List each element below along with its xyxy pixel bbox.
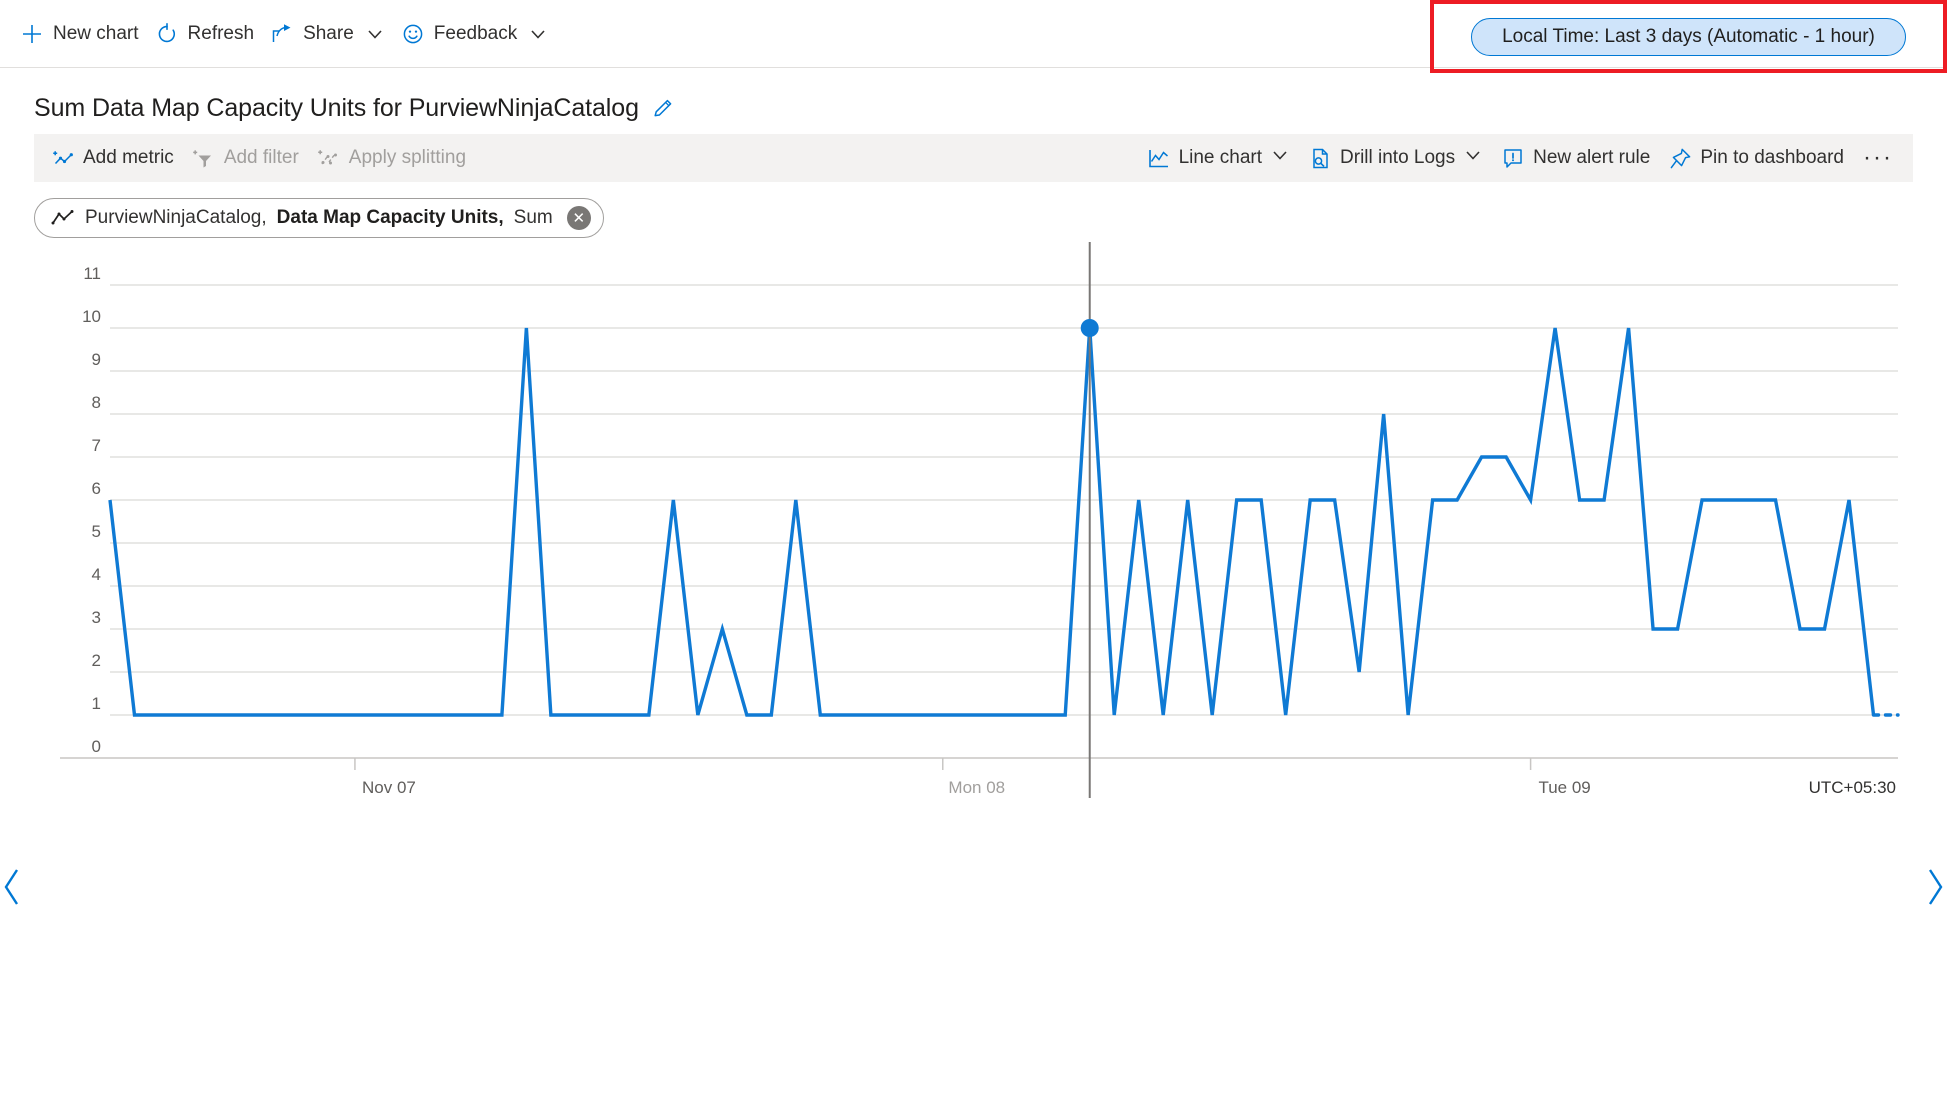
metric-pill-row: PurviewNinjaCatalog, Data Map Capacity U… [0, 182, 1947, 242]
y-axis-tick-label: 8 [92, 393, 101, 412]
page-title: Sum Data Map Capacity Units for PurviewN… [34, 93, 639, 122]
new-chart-button[interactable]: New chart [14, 16, 149, 52]
y-axis-tick-label: 6 [92, 479, 101, 498]
add-filter-icon [192, 146, 216, 170]
chevron-down-icon [365, 24, 385, 44]
x-axis-tick-label: Mon 08 [948, 778, 1005, 797]
add-metric-label: Add metric [83, 147, 174, 168]
refresh-button[interactable]: Refresh [149, 16, 265, 52]
add-filter-label: Add filter [223, 147, 299, 168]
metric-chip-aggregation: Sum [513, 207, 553, 228]
more-options-button[interactable]: ··· [1853, 146, 1903, 170]
time-range-picker[interactable]: Local Time: Last 3 days (Automatic - 1 h… [1471, 17, 1906, 56]
alert-rule-icon [1501, 146, 1525, 170]
sparkline-icon [51, 209, 75, 227]
pin-to-dashboard-button[interactable]: Pin to dashboard [1659, 141, 1853, 175]
refresh-label: Refresh [187, 22, 255, 44]
line-chart-button[interactable]: Line chart [1138, 140, 1299, 176]
pin-to-dashboard-label: Pin to dashboard [1700, 147, 1845, 168]
add-metric-icon [51, 146, 75, 170]
selected-data-point-marker [1080, 319, 1099, 337]
metrics-line-chart[interactable]: 0 1 2 3 4 5 6 7 8 9 10 11 Nov 07 Mon 08 Tue 09 UTC+05… [0, 242, 1947, 962]
metric-chip-resource: PurviewNinjaCatalog, [85, 207, 267, 228]
y-axis-tick-label: 5 [92, 522, 101, 541]
y-axis-tick-label: 2 [92, 651, 101, 670]
share-label: Share [303, 22, 354, 44]
drill-into-logs-label: Drill into Logs [1340, 147, 1456, 168]
refresh-icon [155, 22, 179, 46]
apply-splitting-button[interactable]: Apply splitting [308, 141, 475, 175]
x-axis-labels: Nov 07 Mon 08 Tue 09 [354, 758, 1591, 797]
feedback-label: Feedback [433, 22, 518, 44]
y-axis-tick-label: 7 [92, 436, 101, 455]
y-axis-tick-label: 9 [92, 350, 101, 369]
add-filter-button[interactable]: Add filter [183, 141, 308, 175]
timezone-label: UTC+05:30 [1809, 778, 1896, 797]
chevron-down-icon [528, 24, 548, 44]
toolbar-right-group: Line chart Drill into Logs New alert rul… [1138, 140, 1903, 176]
y-axis-tick-label: 0 [92, 737, 101, 756]
apply-splitting-icon [317, 146, 341, 170]
metric-chip-metric: Data Map Capacity Units, [276, 207, 504, 228]
share-button[interactable]: Share [264, 16, 395, 52]
y-axis-tick-label: 4 [92, 565, 101, 584]
close-icon[interactable]: ✕ [566, 206, 591, 230]
metric-chip[interactable]: PurviewNinjaCatalog, Data Map Capacity U… [34, 198, 604, 238]
chart-toolbar: Add metric Add filter Apply splitting Li… [34, 134, 1913, 182]
y-axis-labels: 0 1 2 3 4 5 6 7 8 9 10 11 [82, 264, 101, 756]
new-chart-label: New chart [53, 22, 139, 44]
x-axis-tick-label: Tue 09 [1538, 778, 1590, 797]
share-icon [270, 22, 294, 46]
series-line [108, 327, 1876, 717]
line-chart-label: Line chart [1178, 147, 1263, 168]
pin-icon [1668, 146, 1692, 170]
new-alert-rule-label: New alert rule [1533, 147, 1651, 168]
drill-into-logs-button[interactable]: Drill into Logs [1299, 140, 1492, 176]
y-axis-tick-label: 3 [92, 608, 101, 627]
chart-title-row: Sum Data Map Capacity Units for PurviewN… [0, 68, 1947, 126]
line-chart-icon [1147, 146, 1171, 170]
smiley-icon [401, 22, 425, 46]
new-alert-rule-button[interactable]: New alert rule [1492, 141, 1659, 175]
x-axis-tick-label: Nov 07 [362, 778, 416, 797]
chart-plot-area: 0 1 2 3 4 5 6 7 8 9 10 11 Nov 07 Mon 08 Tue 09 UTC+05… [0, 242, 1947, 962]
add-metric-button[interactable]: Add metric [42, 141, 183, 175]
time-range-highlight: Local Time: Last 3 days (Automatic - 1 h… [1430, 0, 1947, 73]
pencil-icon[interactable] [651, 96, 675, 120]
apply-splitting-label: Apply splitting [348, 147, 467, 168]
y-axis-tick-label: 11 [83, 264, 101, 283]
y-axis-tick-label: 1 [92, 694, 101, 713]
top-command-bar: New chart Refresh Share Feedback Local T… [0, 0, 1947, 73]
chevron-down-icon [1270, 145, 1290, 171]
y-axis-tick-label: 10 [82, 307, 101, 326]
feedback-button[interactable]: Feedback [395, 16, 558, 52]
chevron-down-icon [1463, 145, 1483, 171]
plus-icon [20, 22, 44, 46]
drill-logs-icon [1308, 146, 1332, 170]
